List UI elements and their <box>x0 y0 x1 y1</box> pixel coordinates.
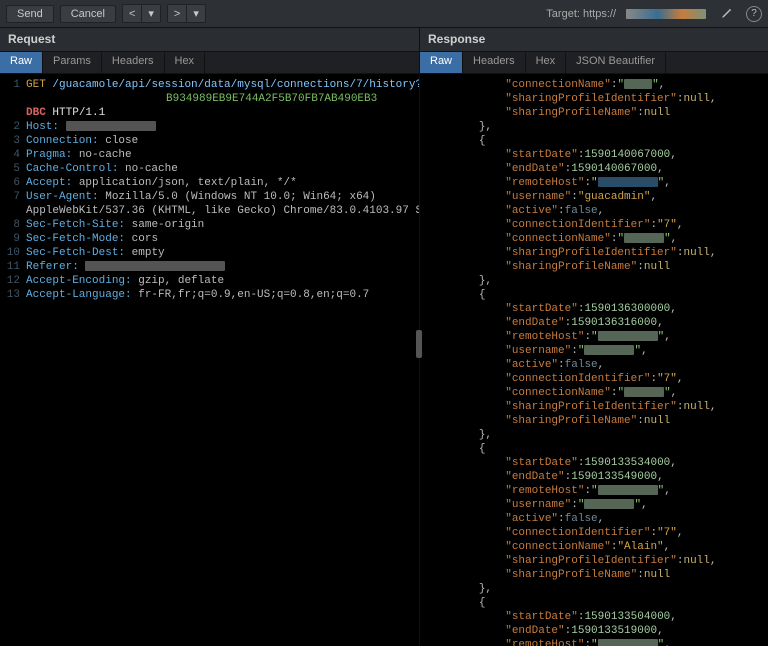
target-url-redacted <box>626 9 706 19</box>
response-tab-hex[interactable]: Hex <box>526 52 567 73</box>
panel-divider-handle[interactable] <box>416 330 422 358</box>
prev-group: < ▾ <box>122 4 161 23</box>
prev-dropdown[interactable]: ▾ <box>142 4 161 23</box>
next-dropdown[interactable]: ▾ <box>187 4 206 23</box>
next-group: > ▾ <box>167 4 206 23</box>
next-button[interactable]: > <box>167 4 187 23</box>
request-title: Request <box>0 28 419 52</box>
response-title: Response <box>420 28 768 52</box>
response-tab-headers[interactable]: Headers <box>463 52 526 73</box>
request-panel: Request Raw Params Headers Hex 1GET /gua… <box>0 28 420 646</box>
request-tab-params[interactable]: Params <box>43 52 102 73</box>
panels: Request Raw Params Headers Hex 1GET /gua… <box>0 28 768 646</box>
request-tab-headers[interactable]: Headers <box>102 52 165 73</box>
response-tab-raw[interactable]: Raw <box>420 52 463 73</box>
toolbar: Send Cancel < ▾ > ▾ Target: https:// ? <box>0 0 768 28</box>
response-tabs: Raw Headers Hex JSON Beautifier <box>420 52 768 74</box>
request-tab-hex[interactable]: Hex <box>165 52 206 73</box>
send-button[interactable]: Send <box>6 5 54 23</box>
target-label: Target: https:// <box>546 8 616 20</box>
request-tab-raw[interactable]: Raw <box>0 52 43 73</box>
edit-target-icon[interactable] <box>718 6 734 22</box>
request-content[interactable]: 1GET /guacamole/api/session/data/mysql/c… <box>0 74 419 646</box>
response-panel: Response Raw Headers Hex JSON Beautifier… <box>420 28 768 646</box>
cancel-button[interactable]: Cancel <box>60 5 116 23</box>
response-tab-json[interactable]: JSON Beautifier <box>566 52 666 73</box>
response-content[interactable]: "connectionName":"", "sharingProfileIden… <box>420 74 768 646</box>
prev-button[interactable]: < <box>122 4 142 23</box>
help-icon[interactable]: ? <box>746 6 762 22</box>
request-tabs: Raw Params Headers Hex <box>0 52 419 74</box>
